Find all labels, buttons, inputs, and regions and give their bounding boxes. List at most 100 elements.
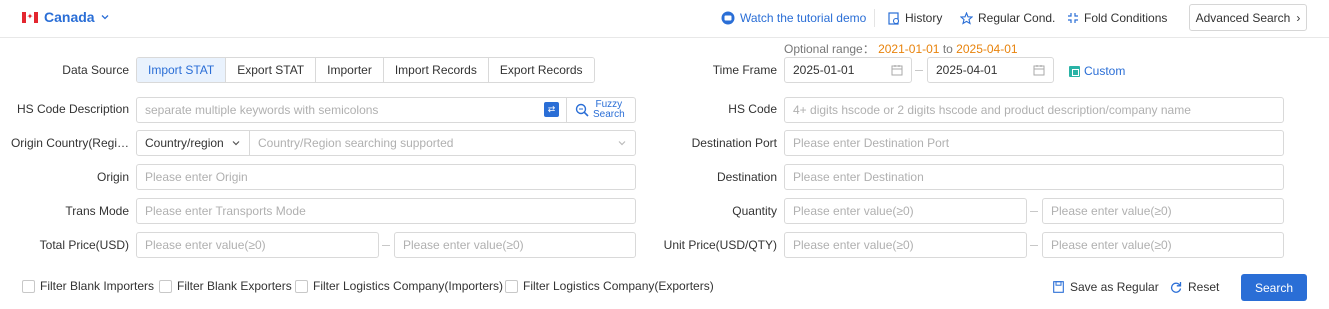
save-icon: [1053, 281, 1064, 293]
country-selector[interactable]: ✦ Canada: [22, 8, 110, 26]
date-from-input[interactable]: 2025-01-01: [784, 57, 912, 83]
history-button[interactable]: History: [888, 10, 942, 26]
total-price-min-input[interactable]: Please enter value(≥0): [136, 232, 379, 258]
filter-label: Filter Logistics Company(Importers): [313, 279, 504, 293]
time-frame-label: Time Frame: [712, 63, 777, 77]
unit-price-max-placeholder: Please enter value(≥0): [1051, 238, 1172, 252]
tutorial-link[interactable]: Watch the tutorial demo: [721, 10, 866, 26]
history-label: History: [905, 11, 943, 25]
trans-mode-label: Trans Mode: [65, 204, 129, 218]
calendar-icon: [1033, 65, 1045, 76]
origin-country-label: Origin Country(Regi…: [10, 136, 129, 150]
unit-price-range-dash: [1030, 245, 1038, 246]
data-source-tabs: Import STAT Export STAT Importer Import …: [136, 57, 595, 83]
quantity-range-dash: [1030, 211, 1038, 212]
total-price-range-dash: [382, 245, 390, 246]
filter-label: Filter Blank Importers: [40, 279, 155, 293]
checkbox-box: [22, 279, 35, 293]
save-as-regular-label: Save as Regular: [1070, 280, 1159, 294]
advanced-search-button[interactable]: Advanced Search ›: [1189, 4, 1307, 31]
filter-label: Filter Blank Exporters: [177, 279, 292, 293]
tab-export-records[interactable]: Export Records: [487, 58, 594, 82]
regular-cond-label: Regular Cond.: [978, 11, 1056, 25]
regular-cond-button[interactable]: Regular Cond.: [960, 10, 1055, 26]
country-name: Canada: [44, 9, 95, 25]
destination-placeholder: Please enter Destination: [793, 170, 924, 184]
chevron-down-icon: [101, 15, 109, 20]
hs-desc-input[interactable]: separate multiple keywords with semicolo…: [136, 97, 636, 123]
chevron-right-icon: ›: [1296, 10, 1301, 25]
fuzzy-search-button[interactable]: Fuzzy Search: [566, 97, 636, 123]
quantity-min-placeholder: Please enter value(≥0): [793, 204, 914, 218]
trans-mode-input[interactable]: Please enter Transports Mode: [136, 198, 636, 224]
quantity-max-placeholder: Please enter value(≥0): [1051, 204, 1172, 218]
tab-importer[interactable]: Importer: [315, 58, 383, 82]
translate-icon[interactable]: ⇄: [544, 102, 559, 117]
date-to-input[interactable]: 2025-04-01: [927, 57, 1054, 83]
destination-port-placeholder: Please enter Destination Port: [793, 136, 950, 150]
search-icon: [575, 103, 589, 117]
filter-logistics-exporters-checkbox[interactable]: Filter Logistics Company(Exporters): [505, 279, 714, 293]
range-end: 2025-04-01: [956, 42, 1018, 56]
history-icon: [888, 11, 900, 25]
date-from-value: 2025-01-01: [793, 63, 855, 77]
tab-import-stat[interactable]: Import STAT: [137, 58, 226, 82]
checkbox-box: [505, 279, 518, 293]
origin-country-placeholder: Country/Region searching supported: [258, 136, 454, 150]
chevron-down-icon: [618, 141, 626, 146]
country-type-select[interactable]: Country/region: [136, 130, 250, 156]
filter-logistics-importers-checkbox[interactable]: Filter Logistics Company(Importers): [295, 279, 503, 293]
data-source-label: Data Source: [62, 63, 129, 77]
unit-price-max-input[interactable]: Please enter value(≥0): [1042, 232, 1284, 258]
tab-import-records[interactable]: Import Records: [382, 58, 488, 82]
destination-port-label: Destination Port: [691, 136, 777, 150]
reset-button[interactable]: Reset: [1170, 280, 1219, 294]
quantity-label: Quantity: [732, 204, 777, 218]
hs-desc-placeholder: separate multiple keywords with semicolo…: [145, 103, 379, 117]
country-type-value: Country/region: [145, 136, 224, 150]
calendar-icon: [891, 65, 903, 76]
collapse-icon: [1068, 13, 1078, 23]
destination-port-input[interactable]: Please enter Destination Port: [784, 130, 1284, 156]
trans-mode-placeholder: Please enter Transports Mode: [145, 204, 306, 218]
filter-blank-exporters-checkbox[interactable]: Filter Blank Exporters: [159, 279, 292, 293]
date-range-dash: [915, 70, 923, 71]
fold-conditions-button[interactable]: Fold Conditions: [1067, 10, 1167, 26]
optional-range-text: Optional range： 2021-01-01 to 2025-04-01: [784, 40, 1018, 57]
canada-flag-icon: ✦: [22, 11, 38, 23]
custom-range-button[interactable]: Custom: [1069, 64, 1125, 78]
save-as-regular-button[interactable]: Save as Regular: [1053, 280, 1159, 294]
origin-label: Origin: [96, 170, 129, 184]
reset-label: Reset: [1188, 280, 1220, 294]
checkbox-box: [295, 279, 308, 293]
divider: [874, 9, 875, 27]
refresh-icon: [1170, 282, 1182, 293]
filter-blank-importers-checkbox[interactable]: Filter Blank Importers: [22, 279, 154, 293]
filter-label: Filter Logistics Company(Exporters): [523, 279, 714, 293]
play-video-icon: [721, 11, 735, 25]
total-price-max-input[interactable]: Please enter value(≥0): [394, 232, 636, 258]
origin-country-select[interactable]: Country/Region searching supported: [249, 130, 636, 156]
unit-price-min-input[interactable]: Please enter value(≥0): [784, 232, 1027, 258]
star-icon: [960, 11, 973, 25]
optional-range-label: Optional range：: [784, 42, 875, 56]
range-start: 2021-01-01: [878, 42, 940, 56]
advanced-search-label: Advanced Search: [1195, 10, 1291, 25]
tab-export-stat[interactable]: Export STAT: [225, 58, 316, 82]
hs-code-placeholder: 4+ digits hscode or 2 digits hscode and …: [793, 103, 1191, 117]
hs-code-label: HS Code: [728, 102, 777, 116]
checkbox-box: [159, 279, 172, 293]
unit-price-label: Unit Price(USD/QTY): [663, 238, 777, 252]
origin-placeholder: Please enter Origin: [145, 170, 248, 184]
quantity-min-input[interactable]: Please enter value(≥0): [784, 198, 1027, 224]
search-button[interactable]: Search: [1241, 274, 1307, 301]
range-to: to: [942, 42, 953, 56]
destination-input[interactable]: Please enter Destination: [784, 164, 1284, 190]
hs-desc-label: HS Code Description: [16, 102, 129, 116]
quantity-max-input[interactable]: Please enter value(≥0): [1042, 198, 1284, 224]
hs-code-input[interactable]: 4+ digits hscode or 2 digits hscode and …: [784, 97, 1284, 123]
total-price-min-placeholder: Please enter value(≥0): [145, 238, 266, 252]
tutorial-link-label: Watch the tutorial demo: [740, 11, 867, 25]
origin-input[interactable]: Please enter Origin: [136, 164, 636, 190]
total-price-label: Total Price(USD): [39, 238, 129, 252]
